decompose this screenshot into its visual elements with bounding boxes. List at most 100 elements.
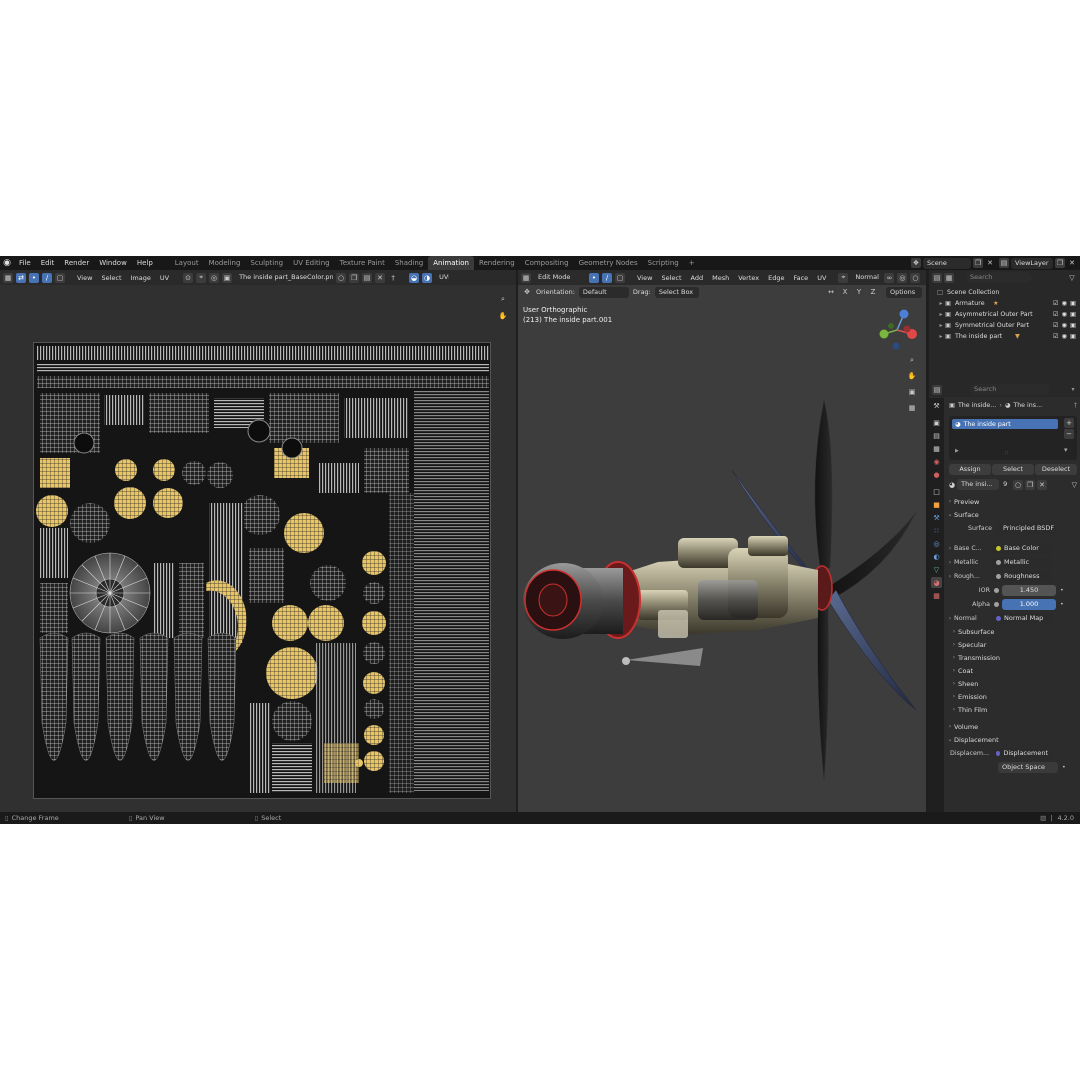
blender-logo-icon[interactable]: ◉: [0, 256, 14, 270]
input-link-field[interactable]: Roughness: [992, 570, 1052, 582]
displacement-field[interactable]: Displacement: [992, 747, 1052, 759]
edge-select-icon[interactable]: ∕: [602, 272, 612, 283]
overlays-icon[interactable]: ◑: [422, 272, 433, 283]
sync-selection-icon[interactable]: ⇄: [16, 272, 26, 283]
shading-normal-selector[interactable]: Normal: [851, 272, 882, 283]
outliner-item-asymmetrical[interactable]: ▸ ▣ Asymmetrical Outer Part ☑ ◉ ▣: [937, 309, 1076, 320]
chevron-right-icon[interactable]: ›: [946, 545, 954, 552]
subpanel-emission[interactable]: › Emission: [946, 690, 1080, 703]
material-browse-icon[interactable]: ◕: [949, 481, 955, 489]
snap-icon[interactable]: ⌖: [196, 272, 207, 283]
collection-tab-icon[interactable]: □: [931, 486, 942, 497]
menu-help[interactable]: Help: [132, 256, 158, 270]
tab-scripting[interactable]: Scripting: [643, 256, 684, 270]
tab-compositing[interactable]: Compositing: [520, 256, 574, 270]
tab-shading[interactable]: Shading: [390, 256, 428, 270]
resize-handle[interactable]: ∷: [1005, 450, 1008, 456]
pivot-icon[interactable]: ⊙: [183, 272, 194, 283]
chevron-right-icon[interactable]: ›: [946, 615, 954, 622]
section-displacement[interactable]: ⌄ Displacement: [946, 733, 1080, 746]
outliner-item-armature[interactable]: ▸ ▣ Armature ★ ☑ ◉ ▣: [937, 298, 1076, 309]
chevron-down-icon[interactable]: ▾: [1069, 386, 1077, 393]
image-browse-icon[interactable]: ▣: [222, 272, 233, 283]
pin-icon[interactable]: †: [388, 273, 398, 283]
open-image-icon[interactable]: ▤: [362, 272, 373, 283]
options-dropdown[interactable]: Options: [886, 286, 922, 298]
face-select-icon[interactable]: ▢: [55, 272, 65, 283]
deselect-button[interactable]: Deselect: [1035, 464, 1077, 475]
hand-icon[interactable]: ✋: [498, 311, 508, 321]
scene-icon[interactable]: ❖: [911, 258, 921, 268]
properties-search[interactable]: Search: [970, 384, 1050, 395]
duplicate-material-icon[interactable]: ❐: [1025, 479, 1036, 490]
vp-menu-select[interactable]: Select: [658, 274, 684, 282]
unlink-material-icon[interactable]: ✕: [1037, 479, 1048, 490]
material-name-field[interactable]: The insi...: [957, 479, 1000, 490]
view-layer-selector[interactable]: ViewLayer: [1011, 257, 1053, 269]
checkbox-icon[interactable]: ☑: [1053, 322, 1059, 329]
input-link-field[interactable]: Metallic: [992, 556, 1052, 568]
tab-sculpting[interactable]: Sculpting: [245, 256, 288, 270]
uv-canvas[interactable]: [33, 342, 491, 799]
material-tab-icon[interactable]: ◕: [931, 577, 942, 588]
select-button[interactable]: Select: [992, 464, 1034, 475]
axis-x-toggle[interactable]: X: [840, 287, 850, 297]
add-slot-button[interactable]: +: [1064, 418, 1074, 428]
mirror-icon[interactable]: ↔: [826, 287, 836, 297]
tool-tab-icon[interactable]: ⚒: [931, 400, 942, 411]
uv-menu-view[interactable]: View: [74, 274, 95, 282]
new-scene-icon[interactable]: ❐: [973, 258, 983, 268]
vp-menu-view[interactable]: View: [634, 274, 655, 282]
checkbox-icon[interactable]: ☑: [1053, 333, 1059, 340]
outliner-item-symmetrical[interactable]: ▸ ▣ Symmetrical Outer Part ☑ ◉ ▣: [937, 320, 1076, 331]
vertex-select-icon[interactable]: •: [29, 272, 39, 283]
link-icon[interactable]: ∞: [884, 272, 895, 283]
vp-menu-vertex[interactable]: Vertex: [735, 274, 762, 282]
editor-type-icon[interactable]: ▦: [521, 272, 531, 283]
keyframe-dot-icon[interactable]: •: [1062, 764, 1066, 771]
subpanel-transmission[interactable]: › Transmission: [946, 651, 1080, 664]
outliner-search[interactable]: Search: [966, 272, 1032, 283]
vp-menu-face[interactable]: Face: [790, 274, 811, 282]
chevron-right-icon[interactable]: ›: [946, 573, 954, 580]
space-dropdown[interactable]: Object Space: [998, 761, 1058, 773]
chevron-right-icon[interactable]: ›: [946, 559, 954, 566]
drag-dropdown[interactable]: Select Box: [654, 286, 699, 298]
view-layer-icon[interactable]: ▤: [999, 258, 1009, 268]
chevron-down-icon[interactable]: ▾: [1064, 446, 1068, 454]
chevron-right-icon[interactable]: ▶: [955, 448, 959, 454]
snap-icon[interactable]: ◎: [897, 272, 908, 283]
outliner-item-inside-part[interactable]: ▸ ▣ The inside part ▼ ☑ ◉ ▣: [937, 331, 1076, 342]
tab-uv-editing[interactable]: UV Editing: [288, 256, 335, 270]
material-slot-item[interactable]: ◕ The inside part: [952, 419, 1058, 429]
filter-icon[interactable]: ▽: [1067, 273, 1077, 283]
pin-icon[interactable]: †: [1074, 402, 1080, 409]
eye-icon[interactable]: ◉: [1062, 300, 1068, 307]
constraints-tab-icon[interactable]: ◐: [931, 551, 942, 562]
subpanel-coat[interactable]: › Coat: [946, 664, 1080, 677]
move-tool-icon[interactable]: ✥: [522, 287, 532, 297]
physics-tab-icon[interactable]: ◎: [931, 538, 942, 549]
uv-menu-uv[interactable]: UV: [157, 274, 172, 282]
particles-tab-icon[interactable]: ∷: [931, 525, 942, 536]
surface-shader-field[interactable]: Principled BSDF: [996, 522, 1058, 534]
orientation-dropdown[interactable]: Default: [578, 286, 629, 298]
checkbox-icon[interactable]: ☑: [1053, 300, 1059, 307]
input-link-field[interactable]: Base Color: [992, 542, 1052, 554]
tab-texture-paint[interactable]: Texture Paint: [335, 256, 390, 270]
chevron-right-icon[interactable]: ▸: [937, 333, 945, 340]
ior-field[interactable]: 1.450: [1002, 584, 1056, 596]
tab-modeling[interactable]: Modeling: [204, 256, 246, 270]
camera-icon[interactable]: ▣: [1070, 300, 1076, 307]
3d-viewport[interactable]: ▦ Edit Mode • ∕ ▢ View Select Add Mesh V…: [518, 270, 926, 812]
scene-selector[interactable]: Scene: [923, 257, 971, 269]
filter-icon[interactable]: ▽: [1072, 481, 1077, 489]
chevron-right-icon[interactable]: ▸: [937, 322, 945, 329]
assign-button[interactable]: Assign: [949, 464, 991, 475]
mode-selector[interactable]: Edit Mode: [534, 272, 586, 283]
subpanel-specular[interactable]: › Specular: [946, 638, 1080, 651]
chevron-right-icon[interactable]: ▸: [937, 300, 945, 307]
view-layer-tab-icon[interactable]: ▦: [931, 443, 942, 454]
axis-y-toggle[interactable]: Y: [854, 287, 864, 297]
uv-map-field[interactable]: UVM: [435, 272, 450, 283]
